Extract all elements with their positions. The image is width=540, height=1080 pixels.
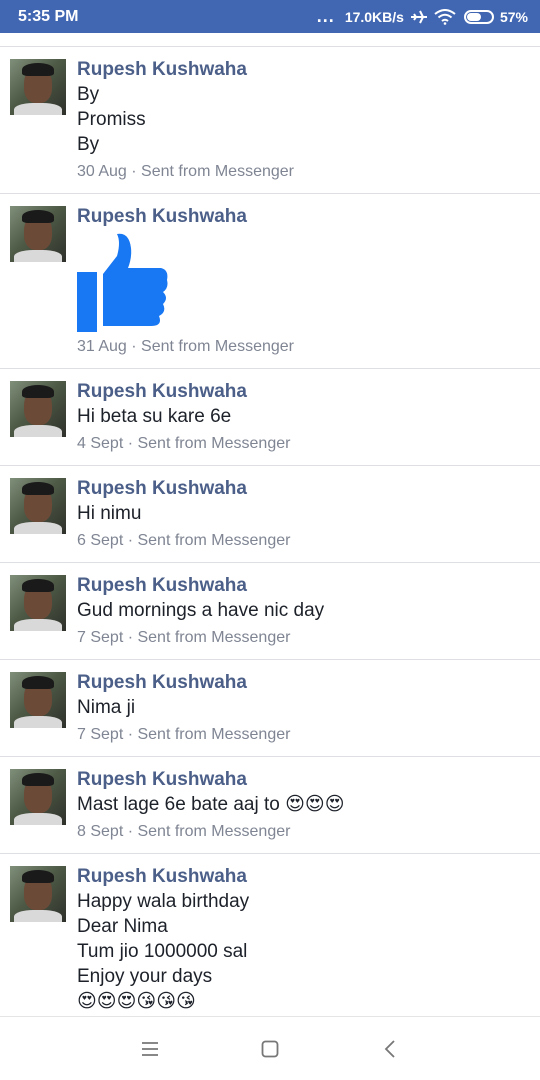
message-meta: 7 Sept · Sent from Messenger (77, 724, 530, 746)
message-text-line: Nima ji (77, 697, 136, 718)
message-source: Sent from Messenger (141, 163, 294, 180)
message-meta: 8 Sept · Sent from Messenger (77, 821, 530, 843)
message-date[interactable]: 7 Sept (77, 629, 123, 646)
status-time: 5:35 PM (18, 7, 79, 25)
airplane-icon (410, 10, 427, 23)
message-body: Rupesh Kushwaha Happy wala birthday Dear N… (77, 865, 530, 1014)
message-text-line: 😍😍😍😘😘😘 (77, 991, 196, 1012)
meta-separator: · (126, 163, 142, 180)
sender-name[interactable]: Rupesh Kushwaha (77, 477, 530, 501)
message-item[interactable]: Rupesh Kushwaha Nima ji 7 Sept · Sent from… (0, 660, 540, 757)
back-button[interactable] (370, 1029, 410, 1069)
meta-separator: · (123, 435, 138, 452)
sender-name[interactable]: Rupesh Kushwaha (77, 865, 530, 889)
message-body: Rupesh Kushwaha Mast lage 6e bate aaj to … (77, 768, 530, 843)
status-bar: 5:35 PM ... 17.0KB/s 57% (0, 0, 540, 33)
message-body: Rupesh Kushwaha By Promiss By 30 Aug · Sent … (77, 58, 530, 183)
status-indicators: ... 17.0KB/s 57% (317, 6, 528, 27)
message-meta: 30 Aug · Sent from Messenger (77, 161, 530, 183)
message-text-line: Happy wala birthday (77, 891, 250, 912)
message-body: Rupesh Kushwaha Hi beta su kare 6e 4 Sept … (77, 380, 530, 455)
message-date[interactable]: 7 Sept (77, 726, 123, 743)
avatar[interactable] (10, 672, 66, 728)
system-nav-bar (0, 1016, 540, 1080)
message-text-line: Hi beta su kare 6e (77, 406, 232, 427)
avatar[interactable] (10, 866, 66, 922)
message-item[interactable]: Rupesh Kushwaha Mast lage 6e bate aaj to … (0, 757, 540, 854)
message-body: Rupesh Kushwaha 31 Aug · Sent from Messen… (77, 205, 530, 358)
message-text-line: Promiss (77, 109, 146, 130)
message-item[interactable]: Rupesh Kushwaha 31 Aug · Sent from Messen… (0, 194, 540, 369)
message-feed[interactable]: Rupesh Kushwaha By Promiss By 30 Aug · Sent … (0, 33, 540, 1016)
thumbs-up-icon (77, 232, 169, 332)
message-meta: 31 Aug · Sent from Messenger (77, 336, 530, 358)
meta-separator: · (123, 629, 138, 646)
message-source: Sent from Messenger (137, 532, 291, 549)
message-text-line: Mast lage 6e bate aaj to 😍😍😍 (77, 794, 345, 815)
sender-name[interactable]: Rupesh Kushwaha (77, 768, 530, 792)
message-date[interactable]: 4 Sept (77, 435, 123, 452)
message-text-line: By (77, 84, 100, 105)
message-text-line: Dear Nima (77, 916, 168, 937)
message-item[interactable]: Rupesh Kushwaha Hi beta su kare 6e 4 Sept … (0, 369, 540, 466)
message-item[interactable]: Rupesh Kushwaha Hi nimu 6 Sept · Sent from… (0, 466, 540, 563)
message-source: Sent from Messenger (137, 823, 291, 840)
home-button[interactable] (250, 1029, 290, 1069)
home-icon (261, 1040, 279, 1057)
notification-dots: ... (316, 6, 335, 26)
wifi-icon (434, 8, 456, 25)
battery-icon (463, 9, 494, 24)
sender-name[interactable]: Rupesh Kushwaha (77, 671, 530, 695)
network-speed: 17.0KB/s (344, 8, 404, 25)
message-source: Sent from Messenger (137, 726, 291, 743)
avatar[interactable] (10, 575, 66, 631)
message-date[interactable]: 6 Sept (77, 532, 123, 549)
back-icon (384, 1039, 395, 1058)
message-date[interactable]: 30 Aug (77, 163, 127, 180)
message-text-line: Gud mornings a have nic day (77, 600, 325, 621)
menu-button[interactable] (130, 1029, 170, 1069)
avatar[interactable] (10, 59, 66, 115)
message-source: Sent from Messenger (141, 338, 294, 355)
message-text-line: Hi nimu (77, 503, 142, 524)
message-meta: 4 Sept · Sent from Messenger (77, 433, 530, 455)
avatar[interactable] (10, 769, 66, 825)
message-body: Rupesh Kushwaha Gud mornings a have nic d… (77, 574, 530, 649)
message-body: Rupesh Kushwaha Hi nimu 6 Sept · Sent from… (77, 477, 530, 552)
meta-separator: · (123, 726, 138, 743)
message-text-line: Tum jio 1000000 sal (77, 941, 248, 962)
message-text-line: Enjoy your days (77, 966, 213, 987)
message-source: Sent from Messenger (137, 435, 291, 452)
avatar[interactable] (10, 381, 66, 437)
sender-name[interactable]: Rupesh Kushwaha (77, 574, 530, 598)
meta-separator: · (123, 823, 138, 840)
avatar[interactable] (10, 478, 66, 534)
message-item[interactable]: Rupesh Kushwaha By Promiss By 30 Aug · Sent … (0, 47, 540, 194)
avatar[interactable] (10, 206, 66, 262)
message-date[interactable]: 8 Sept (77, 823, 123, 840)
previous-message-edge (0, 33, 540, 47)
message-text-line: By (77, 134, 100, 155)
battery-level: 57% (499, 8, 528, 25)
menu-icon (142, 1041, 158, 1056)
message-date[interactable]: 31 Aug (77, 338, 127, 355)
message-item[interactable]: Rupesh Kushwaha Gud mornings a have nic d… (0, 563, 540, 660)
message-body: Rupesh Kushwaha Nima ji 7 Sept · Sent from… (77, 671, 530, 746)
message-meta: 6 Sept · Sent from Messenger (77, 530, 530, 552)
sender-name[interactable]: Rupesh Kushwaha (77, 205, 530, 229)
message-source: Sent from Messenger (137, 629, 291, 646)
meta-separator: · (126, 338, 142, 355)
meta-separator: · (123, 532, 138, 549)
sender-name[interactable]: Rupesh Kushwaha (77, 380, 530, 404)
message-meta: 7 Sept · Sent from Messenger (77, 627, 530, 649)
sender-name[interactable]: Rupesh Kushwaha (77, 58, 530, 82)
message-item[interactable]: Rupesh Kushwaha Happy wala birthday Dear N… (0, 854, 540, 1016)
